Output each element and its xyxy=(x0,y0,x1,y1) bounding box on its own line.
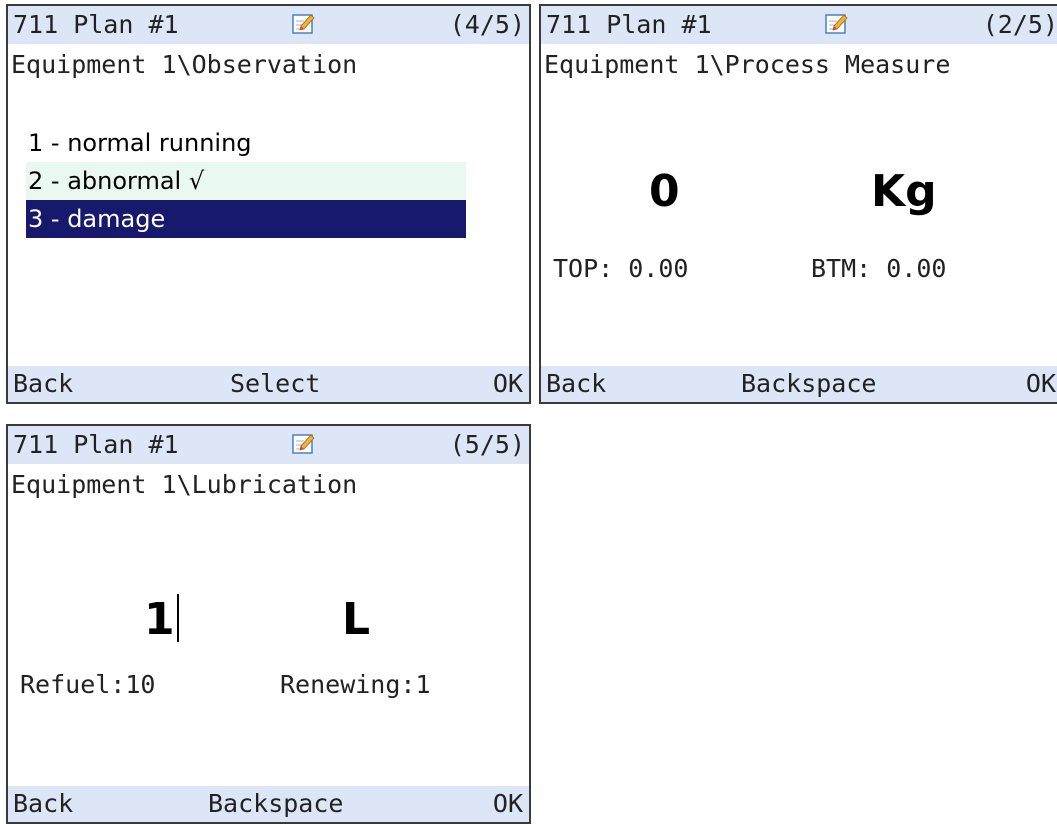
page-counter: (5/5) xyxy=(449,430,525,459)
title-bar: 711 Plan #1 (4/5) xyxy=(8,6,529,44)
option-normal-running[interactable]: 1 - normal running xyxy=(26,124,466,162)
edit-note-icon[interactable] xyxy=(291,432,315,456)
top-limit: TOP: 0.00 xyxy=(553,254,689,283)
ok-softkey[interactable]: OK xyxy=(1026,366,1056,402)
process-measure-screen: 711 Plan #1 (2/5) Equipment 1\Process Me… xyxy=(539,4,1057,404)
ok-softkey[interactable]: OK xyxy=(493,366,523,402)
lubrication-screen: 711 Plan #1 (5/5) Equipment 1\Lubricatio… xyxy=(6,424,531,824)
text-cursor xyxy=(176,594,179,642)
plan-title: 711 Plan #1 xyxy=(13,10,179,39)
option-damage[interactable]: 3 - damage xyxy=(26,200,466,238)
breadcrumb-path: Equipment 1\Lubrication xyxy=(11,470,358,499)
title-bar: 711 Plan #1 (5/5) xyxy=(8,426,529,464)
quantity-input[interactable]: 1 xyxy=(144,594,179,645)
refuel-info: Refuel:10 xyxy=(20,670,156,699)
measured-value[interactable]: 0 xyxy=(649,166,680,217)
quantity-unit: L xyxy=(342,594,371,645)
edit-note-icon[interactable] xyxy=(824,12,848,36)
breadcrumb-path: Equipment 1\Process Measure xyxy=(544,50,951,79)
title-bar: 711 Plan #1 (2/5) xyxy=(541,6,1057,44)
option-abnormal[interactable]: 2 - abnormal √ xyxy=(26,162,466,200)
quantity-value: 1 xyxy=(144,594,175,645)
ok-softkey[interactable]: OK xyxy=(493,786,523,822)
back-softkey[interactable]: Back xyxy=(13,366,73,402)
renewing-info: Renewing:1 xyxy=(280,670,431,699)
select-softkey[interactable]: Select xyxy=(230,366,320,402)
observation-screen: 711 Plan #1 (4/5) Equipment 1\Observatio… xyxy=(6,4,531,404)
plan-title: 711 Plan #1 xyxy=(13,430,179,459)
breadcrumb-path: Equipment 1\Observation xyxy=(11,50,358,79)
edit-note-icon[interactable] xyxy=(291,12,315,36)
softkey-bar: Back Backspace OK xyxy=(8,786,529,822)
bottom-limit: BTM: 0.00 xyxy=(811,254,947,283)
measure-unit: Kg xyxy=(871,166,937,217)
backspace-softkey[interactable]: Backspace xyxy=(208,786,343,822)
softkey-bar: Back Backspace OK xyxy=(541,366,1057,402)
plan-title: 711 Plan #1 xyxy=(546,10,712,39)
softkey-bar: Back Select OK xyxy=(8,366,529,402)
backspace-softkey[interactable]: Backspace xyxy=(741,366,876,402)
back-softkey[interactable]: Back xyxy=(13,786,73,822)
option-list: 1 - normal running 2 - abnormal √ 3 - da… xyxy=(26,124,466,238)
page-counter: (4/5) xyxy=(449,10,525,39)
page-counter: (2/5) xyxy=(982,10,1057,39)
back-softkey[interactable]: Back xyxy=(546,366,606,402)
